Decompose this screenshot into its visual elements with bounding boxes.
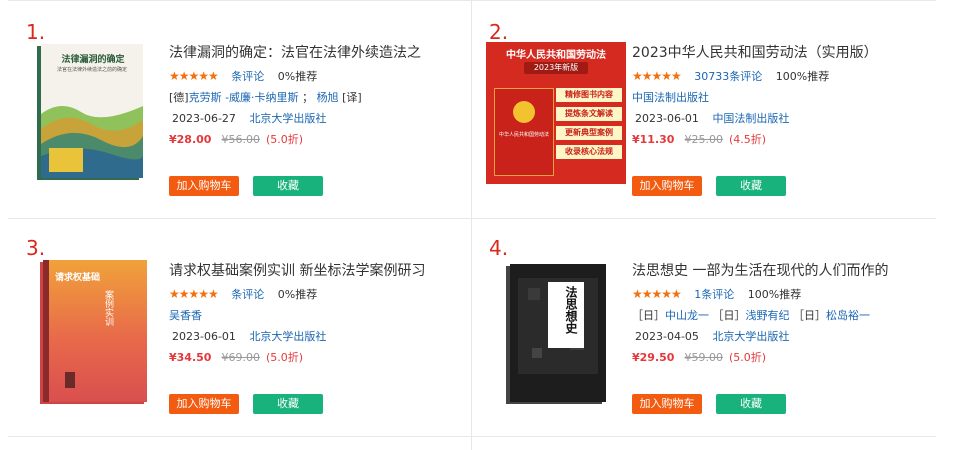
recommend-rate: 100%推荐: [775, 70, 830, 83]
cover-tag: 更新典型案例: [556, 126, 622, 140]
add-to-cart-button[interactable]: 加入购物车: [169, 394, 239, 414]
author-link[interactable]: 中山龙一: [665, 309, 709, 322]
discount: (4.5折): [728, 133, 767, 146]
cover-subtitle: 法官在法律外续造法之前的确定: [56, 67, 127, 73]
author-link[interactable]: 克劳斯 -威廉·卡纳里斯: [189, 91, 299, 104]
rating-stars: ★★★★★: [632, 287, 682, 301]
book-info: 法律漏洞的确定：法官在法律外续造法之 ★★★★★ 条评论 0%推荐 [德]克劳斯…: [169, 44, 459, 147]
rating-stars: ★★★★★: [169, 69, 219, 83]
discount: (5.0折): [265, 351, 304, 364]
rank-number: 3.: [26, 236, 46, 260]
cover-center-title: 中华人民共和国劳动法: [499, 132, 550, 138]
author-prefix: ［日］: [793, 309, 826, 322]
rating-stars: ★★★★★: [169, 287, 219, 301]
cover-tag: 提炼条文解读: [556, 107, 622, 121]
add-to-cart-button[interactable]: 加入购物车: [169, 176, 239, 196]
book-cover[interactable]: 法思想史: [510, 264, 606, 402]
cover-subtitle: 案例实训: [103, 290, 113, 326]
cover-heading: 中华人民共和国劳动法: [506, 50, 606, 61]
author-prefix: ［日］: [632, 309, 665, 322]
cover-badge: 2023年新版: [524, 62, 588, 74]
reviews-link[interactable]: 条评论: [231, 288, 264, 301]
translator-suffix: [译]: [342, 91, 362, 104]
emblem-icon: [513, 101, 535, 123]
recommend-rate: 100%推荐: [747, 288, 802, 301]
author-link[interactable]: 浅野有纪: [746, 309, 790, 322]
pub-date: 2023-06-01: [635, 112, 699, 125]
book-list: 1. 法律漏洞的确定 法官在法律外续造法之前的确定 法律漏洞的确定：法官在法律外…: [0, 0, 960, 450]
rating-stars: ★★★★★: [632, 69, 682, 83]
recommend-rate: 0%推荐: [277, 70, 318, 83]
reviews-link[interactable]: 条评论: [231, 70, 264, 83]
original-price: ¥59.00: [684, 351, 723, 364]
book-title[interactable]: 法律漏洞的确定：法官在法律外续造法之: [169, 44, 459, 62]
cover-tag: 精修图书内容: [556, 88, 622, 102]
author-separator: ；: [302, 91, 314, 104]
author-prefix: ［日］: [712, 309, 746, 322]
book-cover[interactable]: 中华人民共和国劳动法 2023年新版 中华人民共和国劳动法 精修图书内容 提炼条…: [486, 42, 626, 184]
favorite-button[interactable]: 收藏: [253, 176, 323, 196]
book-cover[interactable]: 法律漏洞的确定 法官在法律外续造法之前的确定: [41, 44, 143, 178]
pub-date: 2023-04-05: [635, 330, 699, 343]
book-card: 4. 法思想史 法思想史 一部为生活在现代的人们而作的 ★★★★★ 1条评论 1…: [472, 218, 934, 436]
pub-date: 2023-06-27: [172, 112, 236, 125]
cover-title: 法思想史: [564, 286, 578, 334]
book-card: 1. 法律漏洞的确定 法官在法律外续造法之前的确定 法律漏洞的确定：法官在法律外…: [8, 0, 470, 218]
price: ¥28.00: [169, 133, 212, 146]
pub-date: 2023-06-01: [172, 330, 236, 343]
publisher-link[interactable]: 北京大学出版社: [249, 112, 326, 125]
author-link[interactable]: 松岛裕一: [826, 309, 870, 322]
author-prefix: [德]: [169, 91, 189, 104]
original-price: ¥56.00: [221, 133, 260, 146]
divider: [8, 436, 936, 437]
reviews-link[interactable]: 30733条评论: [694, 70, 762, 83]
price: ¥34.50: [169, 351, 212, 364]
favorite-button[interactable]: 收藏: [716, 176, 786, 196]
discount: (5.0折): [728, 351, 767, 364]
recommend-rate: 0%推荐: [277, 288, 318, 301]
add-to-cart-button[interactable]: 加入购物车: [632, 176, 702, 196]
publisher-link[interactable]: 北京大学出版社: [712, 330, 789, 343]
publisher-link[interactable]: 北京大学出版社: [249, 330, 326, 343]
favorite-button[interactable]: 收藏: [253, 394, 323, 414]
book-info: 法思想史 一部为生活在现代的人们而作的 ★★★★★ 1条评论 100%推荐 ［日…: [632, 262, 922, 365]
cover-inner-book: 中华人民共和国劳动法: [494, 88, 554, 176]
author-link[interactable]: 吴香香: [169, 309, 202, 322]
book-title[interactable]: 法思想史 一部为生活在现代的人们而作的: [632, 262, 922, 280]
book-cover[interactable]: 请求权基础 案例实训: [43, 260, 147, 402]
cover-decoration: [65, 372, 75, 388]
favorite-button[interactable]: 收藏: [716, 394, 786, 414]
rank-number: 2.: [489, 20, 509, 44]
original-price: ¥69.00: [221, 351, 260, 364]
rank-number: 1.: [26, 20, 46, 44]
discount: (5.0折): [265, 133, 304, 146]
price: ¥11.30: [632, 133, 675, 146]
cover-title: 请求权基础: [55, 273, 101, 283]
add-to-cart-button[interactable]: 加入购物车: [632, 394, 702, 414]
reviews-link[interactable]: 1条评论: [694, 288, 734, 301]
book-title[interactable]: 2023中华人民共和国劳动法（实用版）: [632, 44, 922, 62]
price: ¥29.50: [632, 351, 675, 364]
cover-title: 法律漏洞的确定: [61, 55, 125, 65]
cover-tag: 收录核心法规: [556, 145, 622, 159]
cover-tags: 精修图书内容 提炼条文解读 更新典型案例 收录核心法规: [556, 88, 622, 159]
book-info: 2023中华人民共和国劳动法（实用版） ★★★★★ 30733条评论 100%推…: [632, 44, 922, 147]
book-info: 请求权基础案例实训 新坐标法学案例研习 ★★★★★ 条评论 0%推荐 吴香香 2…: [169, 262, 459, 365]
author-link[interactable]: 中国法制出版社: [632, 91, 709, 104]
book-card: 2. 中华人民共和国劳动法 2023年新版 中华人民共和国劳动法 精修图书内容 …: [472, 0, 934, 218]
book-title[interactable]: 请求权基础案例实训 新坐标法学案例研习: [169, 262, 459, 280]
original-price: ¥25.00: [684, 133, 723, 146]
publisher-link[interactable]: 中国法制出版社: [712, 112, 789, 125]
book-card: 3. 请求权基础 案例实训 请求权基础案例实训 新坐标法学案例研习 ★★★★★ …: [8, 218, 470, 436]
rank-number: 4.: [489, 236, 509, 260]
translator-link[interactable]: 杨旭: [317, 91, 339, 104]
cover-spine: [43, 260, 49, 402]
